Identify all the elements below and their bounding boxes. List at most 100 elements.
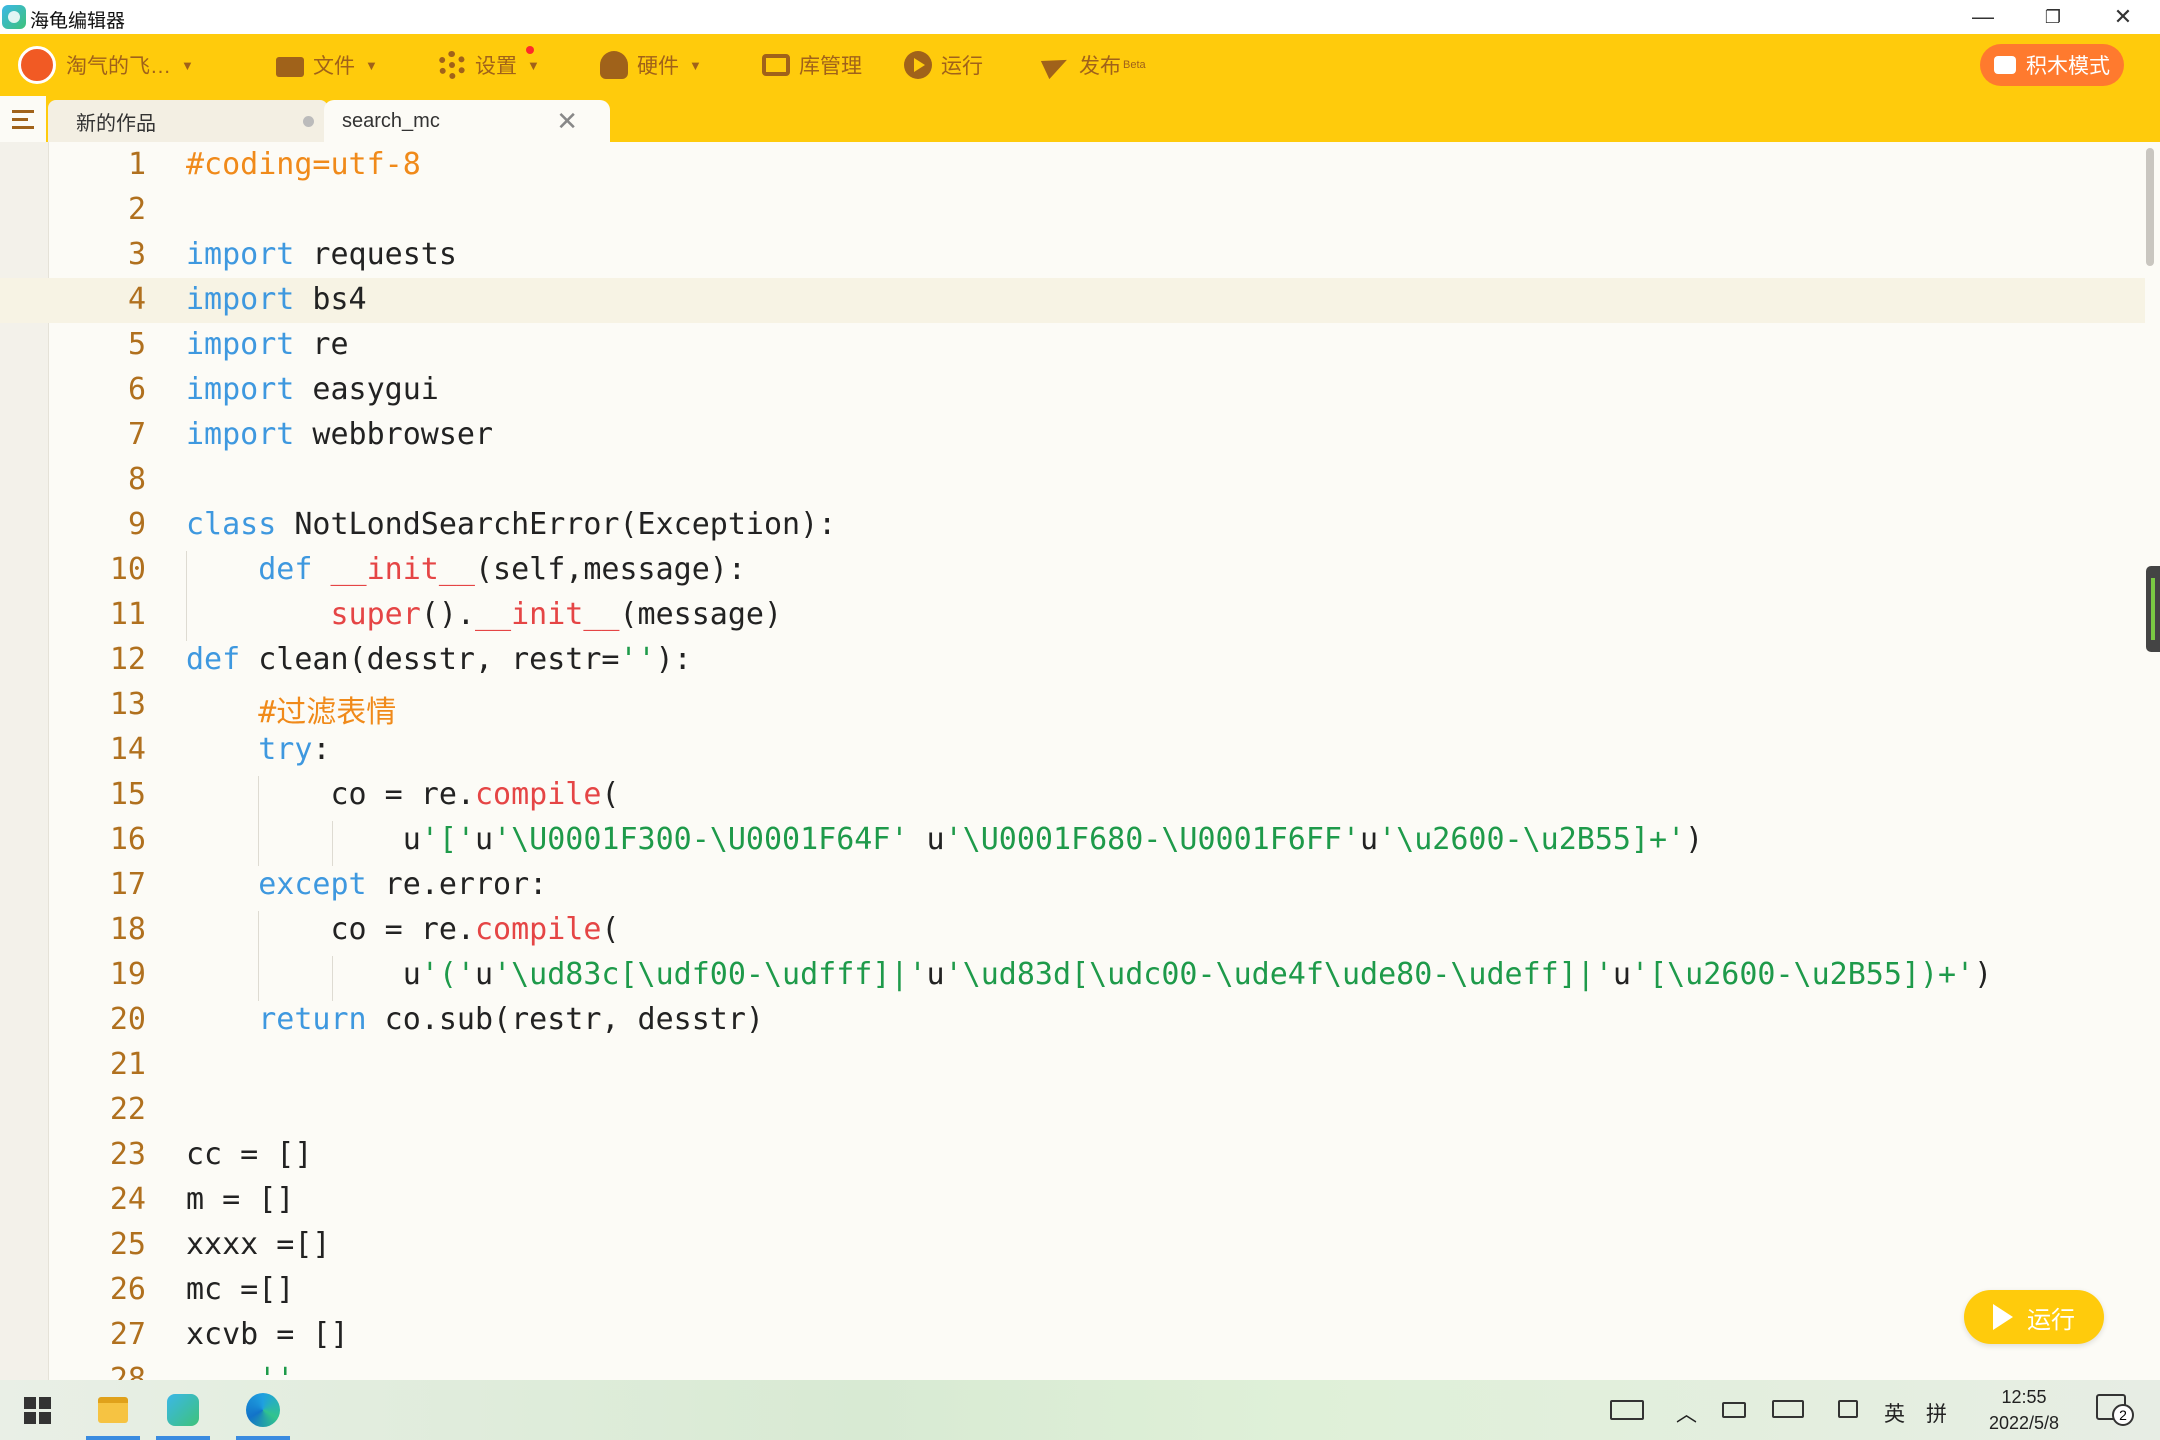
play-icon xyxy=(904,51,932,79)
close-tab-icon[interactable]: ✕ xyxy=(556,106,578,137)
user-menu[interactable]: 淘气的飞… ▼ xyxy=(18,44,194,86)
code-line[interactable]: 15 co = re.compile( xyxy=(0,773,2145,818)
line-number: 13 xyxy=(109,687,146,722)
code-line[interactable]: 24 m = [] xyxy=(0,1178,2145,1223)
library-button[interactable]: 库管理 xyxy=(762,50,862,80)
notification-center-icon[interactable]: 2 xyxy=(2096,1394,2134,1426)
line-number: 4 xyxy=(127,282,146,317)
line-number: 14 xyxy=(109,732,146,767)
code-line[interactable]: 27 xcvb = [] xyxy=(0,1313,2145,1358)
menu-line-icon xyxy=(12,109,34,113)
settings-menu[interactable]: 设置 ▼ xyxy=(438,50,540,80)
user-avatar-icon xyxy=(18,46,56,84)
code-line[interactable]: 10 def __init__(self,message): xyxy=(0,548,2145,593)
token-plain: re xyxy=(294,327,349,362)
code-line[interactable]: 19 u'('u'\ud83c[\udf00-\udfff]|'u'\ud83d… xyxy=(0,953,2145,998)
code-line[interactable]: 22 xyxy=(0,1088,2145,1133)
code-line[interactable]: 23 cc = [] xyxy=(0,1133,2145,1178)
hardware-icon xyxy=(600,51,628,79)
main-toolbar: 淘气的飞… ▼ 文件 ▼ 设置 ▼ 硬件 ▼ 库管理 运行 发布 Beta xyxy=(0,34,2160,96)
tab-new-work[interactable]: 新的作品 xyxy=(48,100,328,142)
system-clock[interactable]: 12:55 2022/5/8 xyxy=(1964,1384,2084,1436)
code-line[interactable]: 14 try: xyxy=(0,728,2145,773)
code-line[interactable]: 26 mc =[] xyxy=(0,1268,2145,1313)
code-text: def clean(desstr, restr=''): xyxy=(186,642,692,677)
token-plain: ) xyxy=(1974,957,1993,992)
chevron-up-icon[interactable]: ︿ xyxy=(1676,1398,1697,1428)
code-text: class NotLondSearchError(Exception): xyxy=(186,507,836,542)
outline-menu-button[interactable] xyxy=(0,96,46,142)
tab-search-mc[interactable]: search_mc ✕ xyxy=(324,100,610,142)
ime-mode[interactable]: 拼 xyxy=(1926,1398,1947,1428)
vertical-scrollbar[interactable] xyxy=(2146,148,2154,266)
clock-time: 12:55 xyxy=(2001,1387,2047,1407)
code-line[interactable]: 8 xyxy=(0,458,2145,503)
ime-language[interactable]: 英 xyxy=(1884,1398,1905,1428)
token-plain: xxxx =[] xyxy=(186,1227,331,1262)
news-widget-icon[interactable] xyxy=(1610,1400,1644,1420)
block-mode-button[interactable]: 积木模式 xyxy=(1980,44,2124,86)
start-button[interactable] xyxy=(6,1388,68,1432)
code-line[interactable]: 16 u'['u'\U0001F300-\U0001F64F' u'\U0001… xyxy=(0,818,2145,863)
code-line[interactable]: 4 import bs4 xyxy=(0,278,2145,323)
token-plain: requests xyxy=(294,237,457,272)
token-plain: u xyxy=(475,957,494,992)
token-plain: cc = [] xyxy=(186,1137,313,1172)
code-line[interactable]: 2 xyxy=(0,188,2145,233)
code-text: co = re.compile( xyxy=(186,912,619,947)
code-text: import easygui xyxy=(186,372,439,407)
code-line[interactable]: 11 super().__init__(message) xyxy=(0,593,2145,638)
file-menu[interactable]: 文件 ▼ xyxy=(276,50,378,80)
code-line[interactable]: 12 def clean(desstr, restr=''): xyxy=(0,638,2145,683)
line-number: 6 xyxy=(127,372,146,407)
edge-taskbar-button[interactable] xyxy=(232,1388,294,1440)
code-line[interactable]: 28 '' xyxy=(0,1358,2145,1380)
side-panel-handle[interactable] xyxy=(2146,566,2160,652)
code-line[interactable]: 7 import webbrowser xyxy=(0,413,2145,458)
code-line[interactable]: 3 import requests xyxy=(0,233,2145,278)
settings-menu-label: 设置 xyxy=(475,55,517,78)
code-editor[interactable]: 1 #coding=utf-8 2 3 import requests 4 import b… xyxy=(0,142,2160,1380)
code-line[interactable]: 20 return co.sub(restr, desstr) xyxy=(0,998,2145,1043)
user-name: 淘气的飞… xyxy=(66,55,171,78)
battery-icon[interactable] xyxy=(1722,1402,1746,1418)
floating-run-button[interactable]: 运行 xyxy=(1964,1290,2104,1344)
code-line[interactable]: 9 class NotLondSearchError(Exception): xyxy=(0,503,2145,548)
token-builtin: super xyxy=(330,597,421,632)
line-number: 27 xyxy=(109,1317,146,1352)
code-line[interactable]: 21 xyxy=(0,1043,2145,1088)
code-text: super().__init__(message) xyxy=(186,597,783,632)
close-button[interactable]: ✕ xyxy=(2088,0,2158,34)
toolbar-run-label: 运行 xyxy=(941,55,983,78)
toolbar-run-button[interactable]: 运行 xyxy=(904,50,983,80)
token-plain: ) xyxy=(1685,822,1704,857)
file-explorer-taskbar-button[interactable] xyxy=(82,1388,144,1440)
code-line[interactable]: 5 import re xyxy=(0,323,2145,368)
line-number: 5 xyxy=(127,327,146,362)
code-line[interactable]: 17 except re.error: xyxy=(0,863,2145,908)
code-text: '' xyxy=(186,1362,294,1380)
haigui-taskbar-button[interactable] xyxy=(152,1388,214,1440)
keyboard-icon[interactable] xyxy=(1772,1400,1804,1418)
minimize-button[interactable]: — xyxy=(1948,0,2018,34)
hardware-menu[interactable]: 硬件 ▼ xyxy=(600,50,702,80)
edge-browser-icon xyxy=(246,1393,280,1427)
indent-guide xyxy=(258,776,259,866)
code-line[interactable]: 6 import easygui xyxy=(0,368,2145,413)
token-plain: (). xyxy=(420,597,475,632)
token-kw: class xyxy=(186,507,277,542)
code-line[interactable]: 25 xxxx =[] xyxy=(0,1223,2145,1268)
publish-button[interactable]: 发布 Beta xyxy=(1042,50,1146,80)
tablet-icon[interactable] xyxy=(1838,1400,1858,1418)
restore-button[interactable]: ❐ xyxy=(2018,0,2088,34)
title-bar: 海龟编辑器 — ❐ ✕ xyxy=(0,0,2160,34)
code-line[interactable]: 1 #coding=utf-8 xyxy=(0,143,2145,188)
line-number: 26 xyxy=(109,1272,146,1307)
code-line[interactable]: 18 co = re.compile( xyxy=(0,908,2145,953)
settings-notification-dot xyxy=(526,46,534,54)
token-kw: import xyxy=(186,327,295,362)
indent-guide xyxy=(332,956,333,1001)
code-line[interactable]: 13 #过滤表情 xyxy=(0,683,2145,730)
